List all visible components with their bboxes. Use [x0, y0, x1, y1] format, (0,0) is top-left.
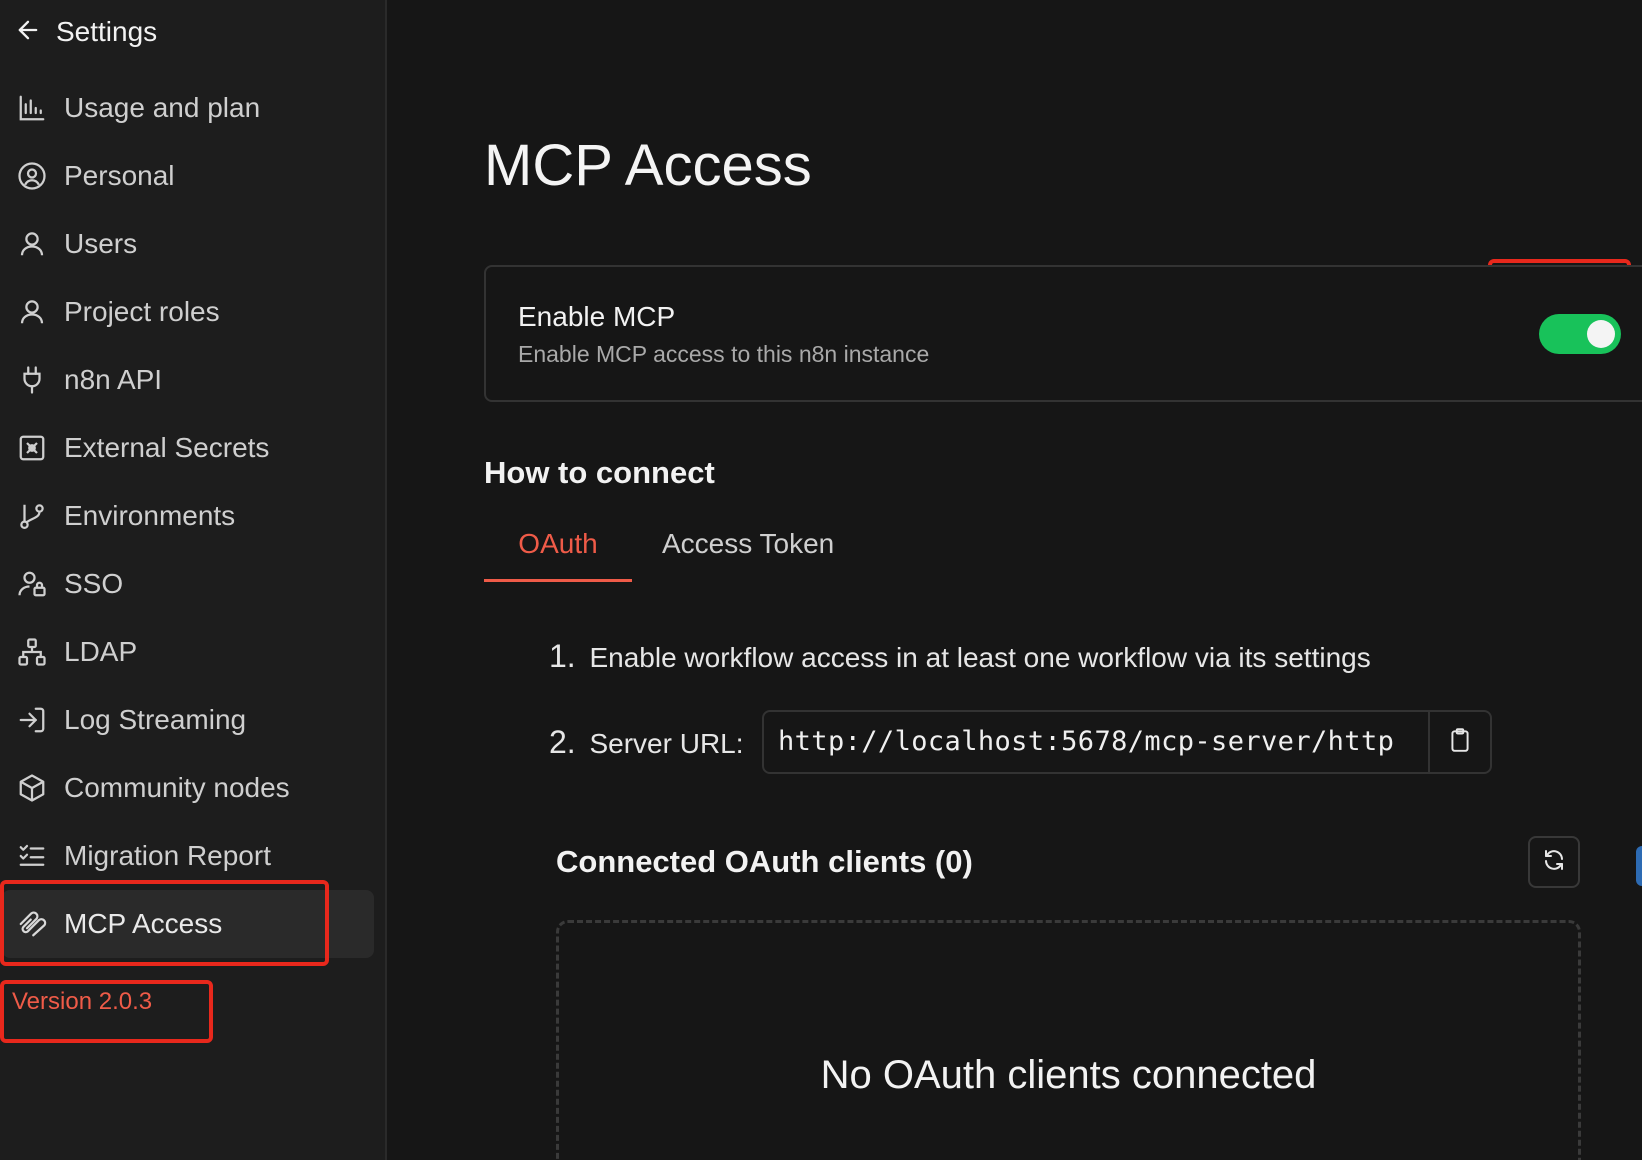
vault-icon	[16, 432, 48, 464]
step-1-text: Enable workflow access in at least one w…	[589, 642, 1371, 673]
sidebar-item-environments[interactable]: Environments	[2, 482, 374, 550]
app-root: Settings Usage and plan Personal Users P…	[0, 0, 1642, 1160]
tab-access-token[interactable]: Access Token	[662, 528, 834, 582]
enable-mcp-title: Enable MCP	[518, 301, 676, 332]
refresh-icon	[1542, 848, 1566, 877]
sidebar-item-sso[interactable]: SSO	[2, 550, 374, 618]
clipboard-icon	[1447, 727, 1473, 758]
user-icon	[16, 228, 48, 260]
main-content: MCP Access Enable MCP Enable MCP access …	[389, 0, 1642, 1160]
tab-oauth[interactable]: OAuth	[484, 528, 632, 582]
sidebar-item-project-roles[interactable]: Project roles	[2, 278, 374, 346]
refresh-clients-button[interactable]	[1528, 836, 1580, 888]
page-title: MCP Access	[484, 133, 812, 198]
arrow-left-icon	[14, 16, 42, 49]
sidebar-item-label: Migration Report	[64, 840, 271, 871]
sidebar-item-users[interactable]: Users	[2, 210, 374, 278]
sidebar-item-ldap[interactable]: LDAP	[2, 618, 374, 686]
enable-mcp-subtitle: Enable MCP access to this n8n instance	[518, 341, 930, 367]
sidebar-item-label: SSO	[64, 568, 124, 599]
enable-mcp-toggle[interactable]	[1539, 314, 1621, 354]
copy-url-button[interactable]	[1428, 712, 1490, 772]
sidebar-item-label: LDAP	[64, 636, 138, 667]
oauth-clients-empty-state: No OAuth clients connected	[556, 920, 1581, 1160]
server-url-value[interactable]: http://localhost:5678/mcp-server/http	[778, 726, 1394, 757]
sidebar-item-label: Personal	[64, 160, 175, 191]
enable-mcp-card: Enable MCP Enable MCP access to this n8n…	[484, 265, 1642, 402]
server-url-field[interactable]: http://localhost:5678/mcp-server/http	[762, 710, 1492, 774]
sidebar-item-community-nodes[interactable]: Community nodes	[2, 754, 374, 822]
sidebar-nav: Usage and plan Personal Users Project ro…	[0, 74, 387, 958]
connected-clients-heading: Connected OAuth clients (0)	[556, 844, 973, 879]
empty-state-text: No OAuth clients connected	[820, 1053, 1317, 1097]
list-checks-icon	[16, 840, 48, 872]
user-icon	[16, 296, 48, 328]
sidebar-item-usage-and-plan[interactable]: Usage and plan	[2, 74, 374, 142]
step-1: 1. Enable workflow access in at least on…	[549, 638, 1371, 675]
plug-icon	[16, 364, 48, 396]
sidebar-item-label: n8n API	[64, 364, 163, 395]
version-label: Version 2.0.3	[12, 988, 153, 1015]
sidebar-item-label: Usage and plan	[64, 92, 261, 123]
step-2-number: 2.	[549, 724, 576, 760]
sidebar-item-label: MCP Access	[64, 908, 223, 939]
server-url-label: Server URL:	[589, 728, 744, 759]
sidebar-item-label: Environments	[64, 500, 236, 531]
sidebar-item-personal[interactable]: Personal	[2, 142, 374, 210]
sidebar-item-log-streaming[interactable]: Log Streaming	[2, 686, 374, 754]
step-1-number: 1.	[549, 638, 576, 674]
back-label: Settings	[56, 16, 158, 47]
user-lock-icon	[16, 568, 48, 600]
git-branch-icon	[16, 500, 48, 532]
box-icon	[16, 772, 48, 804]
how-to-connect-heading: How to connect	[484, 455, 715, 490]
sidebar-item-label: Community nodes	[64, 772, 290, 803]
bar-chart-icon	[16, 92, 48, 124]
user-circle-icon	[16, 160, 48, 192]
sidebar-item-external-secrets[interactable]: External Secrets	[2, 414, 374, 482]
log-in-icon	[16, 704, 48, 736]
mcp-icon	[16, 908, 48, 940]
step-2: 2. Server URL:	[549, 724, 744, 761]
sidebar-item-migration-report[interactable]: Migration Report	[2, 822, 374, 890]
sidebar-item-label: Log Streaming	[64, 704, 247, 735]
settings-sidebar: Settings Usage and plan Personal Users P…	[0, 0, 387, 1160]
sidebar-item-label: Users	[64, 228, 138, 259]
sidebar-item-mcp-access[interactable]: MCP Access	[2, 890, 374, 958]
sidebar-item-n8n-api[interactable]: n8n API	[2, 346, 374, 414]
floating-edge-element	[1636, 846, 1642, 886]
sidebar-item-label: Project roles	[64, 296, 220, 327]
toggle-knob	[1587, 320, 1615, 348]
back-to-settings-button[interactable]: Settings	[14, 12, 157, 52]
network-icon	[16, 636, 48, 668]
sidebar-item-label: External Secrets	[64, 432, 270, 463]
